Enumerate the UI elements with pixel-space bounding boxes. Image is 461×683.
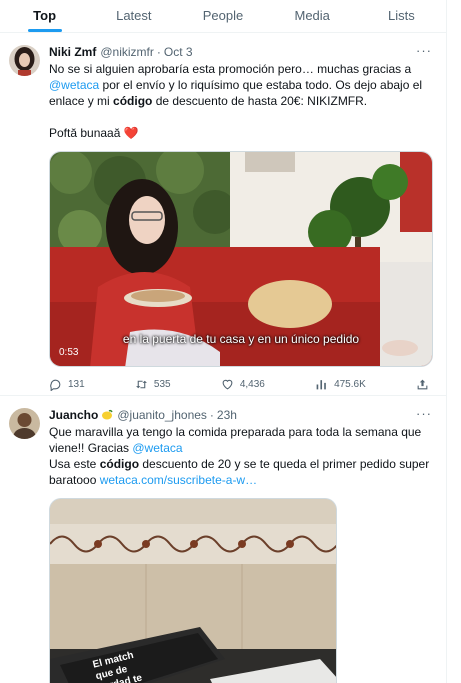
tweet-link[interactable]: wetaca.com/suscribete-a-w… [100, 473, 257, 487]
like-count: 4,436 [239, 378, 265, 390]
tweet[interactable]: Juancho @juanito_jhones · 23h ··· Que ma… [0, 396, 446, 683]
tab-media-label: Media [294, 8, 330, 23]
avatar[interactable] [9, 408, 40, 439]
tweet-header: Juancho @juanito_jhones · 23h [49, 407, 432, 423]
mention-link[interactable]: @wetaca [49, 78, 99, 92]
tweet-text-line: Que maravilla ya tengo la comida prepara… [49, 425, 422, 455]
tweet-text: No se si alguien aprobaría esta promoció… [49, 61, 432, 141]
tweet-image[interactable]: El match que de verdad te cuida [49, 498, 337, 683]
avatar-image [9, 408, 40, 439]
tab-top[interactable]: Top [0, 0, 89, 32]
author-handle[interactable]: @juanito_jhones [117, 407, 207, 423]
retweet-count: 535 [153, 378, 171, 390]
tweet-text-line: de descuento de hasta 20€: NIKIZMFR. [152, 94, 368, 108]
tweet-text: Que maravilla ya tengo la comida prepara… [49, 424, 432, 488]
mention-link[interactable]: @wetaca [132, 441, 182, 455]
views-button[interactable]: 475.6K [315, 378, 366, 391]
tweet-text-line: Usa este [49, 457, 100, 471]
tweet-text-line: Poftă bunaaă [49, 126, 124, 140]
author-name[interactable]: Juancho [49, 407, 98, 423]
tab-top-label: Top [33, 8, 57, 23]
tweet-time[interactable]: 23h [217, 407, 237, 423]
avatar-image [9, 45, 40, 76]
tweet-video[interactable]: en la puerta de tu casa y en un único pe… [49, 151, 433, 367]
views-count: 475.6K [334, 378, 366, 390]
separator-dot: · [156, 45, 161, 59]
tweet-text-bold: código [113, 94, 153, 108]
tweet-text-bold: código [99, 457, 140, 471]
tab-people-label: People [202, 8, 244, 23]
reply-button[interactable]: 131 [49, 378, 85, 391]
like-button[interactable]: 4,436 [221, 378, 265, 391]
heart-icon [222, 379, 233, 389]
search-results-page: Top Latest People Media Lists Niki Zmf @… [0, 0, 447, 683]
tab-lists-label: Lists [388, 8, 415, 23]
author-handle[interactable]: @nikizmfr [100, 44, 154, 60]
scrollbar[interactable] [448, 0, 461, 683]
separator-dot: · [209, 408, 214, 422]
tweet[interactable]: Niki Zmf @nikizmfr · Oct 3 ··· No se si … [0, 33, 446, 396]
video-subtitle: en la puerta de tu casa y en un único pe… [122, 332, 360, 346]
more-options-icon[interactable]: ··· [416, 407, 432, 423]
more-options-icon[interactable]: ··· [416, 44, 432, 60]
reply-count: 131 [68, 378, 85, 390]
tab-lists[interactable]: Lists [357, 0, 446, 32]
video-duration: 0:53 [59, 347, 79, 358]
author-name[interactable]: Niki Zmf [49, 44, 96, 60]
tweet-photo: El match que de verdad te cuida [50, 499, 336, 683]
active-tab-indicator [27, 29, 62, 32]
tab-media[interactable]: Media [268, 0, 357, 32]
tweet-time[interactable]: Oct 3 [164, 44, 193, 60]
tab-people[interactable]: People [178, 0, 267, 32]
lemon-icon [102, 409, 113, 420]
search-tabs: Top Latest People Media Lists [0, 0, 446, 33]
reply-icon [50, 379, 61, 391]
tab-latest[interactable]: Latest [89, 0, 178, 32]
retweet-icon [135, 380, 147, 388]
tab-latest-label: Latest [116, 8, 152, 23]
tweet-text-line: No se si alguien aprobaría esta promoció… [49, 62, 412, 76]
views-icon [316, 379, 326, 389]
tweet-header: Niki Zmf @nikizmfr · Oct 3 [49, 44, 432, 60]
retweet-button[interactable]: 535 [135, 378, 171, 391]
share-icon [417, 379, 428, 389]
share-button[interactable] [416, 378, 429, 391]
avatar[interactable] [9, 45, 40, 76]
heart-emoji: ❤️ [123, 126, 139, 140]
